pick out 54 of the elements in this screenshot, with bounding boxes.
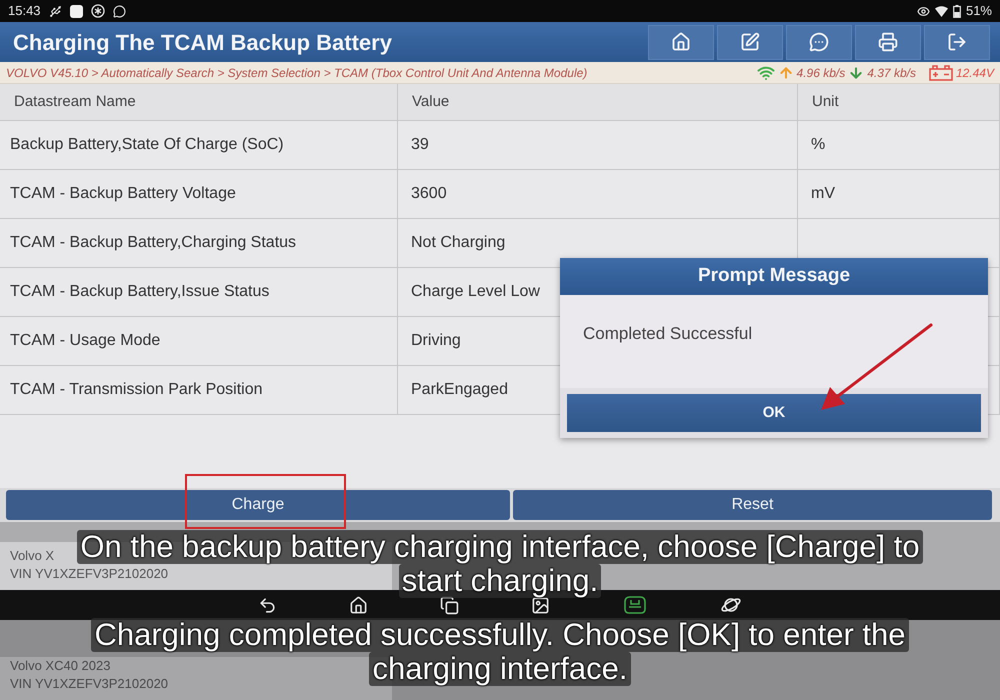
print-button[interactable] <box>855 24 921 60</box>
edit-button[interactable] <box>717 24 783 60</box>
square-icon <box>70 4 83 18</box>
dialog-title: Prompt Message <box>560 258 988 295</box>
column-header: Datastream Name <box>0 84 398 121</box>
table-cell: TCAM - Usage Mode <box>0 317 398 366</box>
home-button[interactable] <box>648 24 714 60</box>
exit-icon <box>947 32 967 52</box>
car-battery-icon <box>928 64 953 80</box>
asterisk-circle-icon <box>90 4 105 18</box>
upload-speed: 4.96 kb/s <box>796 64 846 82</box>
planet-icon[interactable] <box>720 595 742 615</box>
chat-bubble-icon <box>112 4 126 18</box>
wifi-icon <box>934 6 948 16</box>
vehicle-vin: VIN YV1XZEFV3P2102020 <box>10 565 168 583</box>
page-title: Charging The TCAM Backup Battery <box>13 28 392 57</box>
dialog-message: Completed Successful <box>583 324 752 343</box>
arrow-down-icon <box>848 64 864 80</box>
back-icon[interactable] <box>258 596 277 614</box>
column-header: Value <box>398 84 798 121</box>
table-cell: mV <box>798 170 1000 219</box>
edit-icon <box>740 32 760 52</box>
action-button[interactable]: Charge <box>6 490 510 520</box>
battery-icon <box>952 4 961 18</box>
home-icon[interactable] <box>349 596 368 614</box>
table-cell: 39 <box>398 121 798 170</box>
ok-button[interactable]: OK <box>567 394 981 432</box>
download-speed: 4.37 kb/s <box>867 64 916 82</box>
table-cell: 3600 <box>398 170 798 219</box>
exit-button[interactable] <box>924 24 990 60</box>
usb-icon <box>48 4 62 18</box>
chat-button[interactable] <box>786 24 852 60</box>
vehicle-vin: VIN YV1XZEFV3P2102020 <box>10 675 168 693</box>
vehicle-name: Volvo X <box>10 547 54 565</box>
action-button[interactable]: Reset <box>513 490 992 520</box>
battery-voltage: 12.44V <box>956 64 994 82</box>
recent-apps-icon[interactable] <box>440 596 459 614</box>
gallery-icon[interactable] <box>531 596 550 614</box>
table-cell: TCAM - Backup Battery Voltage <box>0 170 398 219</box>
eye-icon <box>916 4 930 18</box>
battery-percent: 51% <box>966 2 992 20</box>
chat-icon <box>809 32 829 52</box>
column-header: Unit <box>798 84 1000 121</box>
table-cell: Backup Battery,State Of Charge (SoC) <box>0 121 398 170</box>
breadcrumb-path: VOLVO V45.10 > Automatically Search > System Selection > TCAM (Tbox Control Unit And Antenna Module) <box>6 64 588 82</box>
status-time: 15:43 <box>8 2 41 20</box>
table-cell: TCAM - Transmission Park Position <box>0 366 398 415</box>
table-cell: TCAM - Backup Battery,Issue Status <box>0 268 398 317</box>
vci-connector-icon[interactable] <box>622 595 648 615</box>
printer-icon <box>878 32 898 52</box>
home-icon <box>671 32 691 52</box>
table-cell: % <box>798 121 1000 170</box>
table-cell: TCAM - Backup Battery,Charging Status <box>0 219 398 268</box>
vehicle-name: Volvo XC40 2023 <box>10 657 110 675</box>
